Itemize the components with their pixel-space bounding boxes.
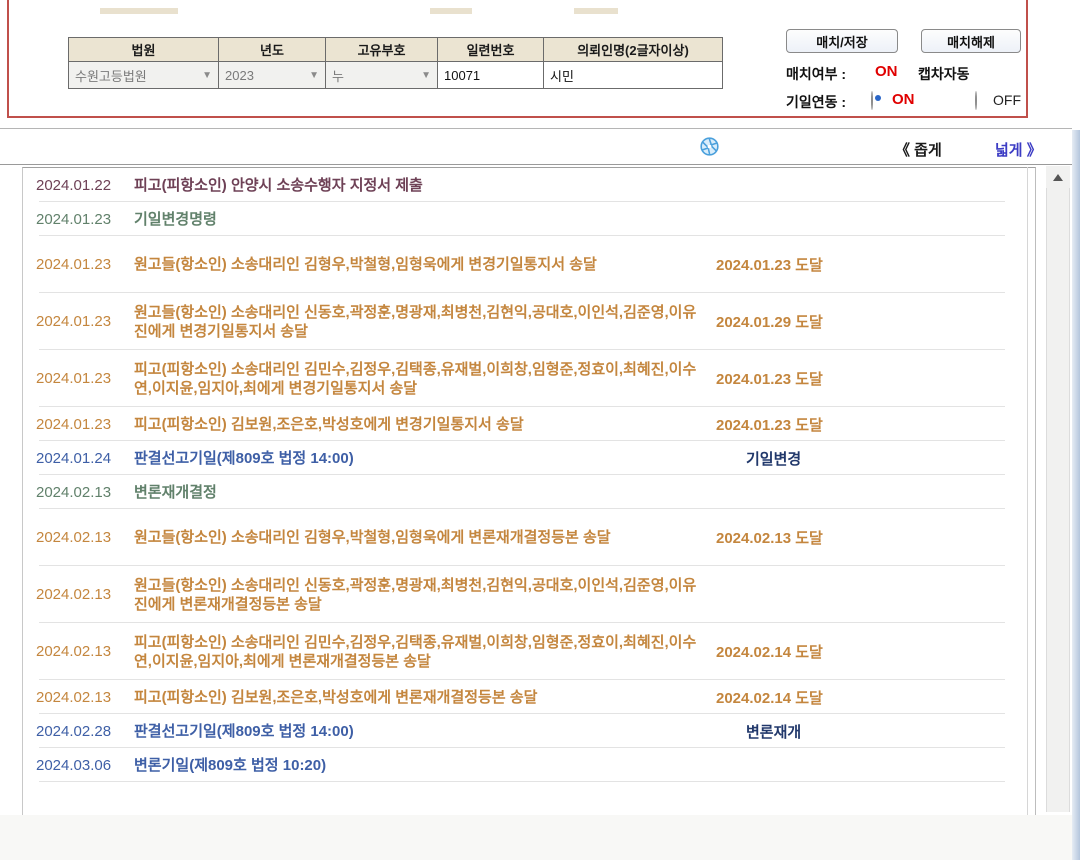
event-date: 2024.02.13: [36, 643, 112, 660]
scroll-up-button[interactable]: [1046, 166, 1070, 188]
event-description: 변론재개결정: [134, 483, 217, 501]
event-date: 2024.01.23: [36, 415, 112, 433]
chevron-down-icon: ▼: [309, 69, 319, 81]
match-status-label: 매치여부 :: [786, 66, 847, 82]
aperture-icon[interactable]: [700, 137, 719, 156]
event-date: 2024.01.24: [36, 449, 112, 467]
cutoff-fragment: [574, 8, 618, 14]
event-delivery-date: 2024.01.23 도달: [716, 416, 823, 434]
event-delivery-date: 2024.02.14 도달: [716, 644, 823, 661]
code-select[interactable]: 누 ▼: [326, 62, 438, 89]
event-delivery-date: 2024.02.13 도달: [716, 530, 823, 547]
event-description: 기일변경명령: [134, 210, 217, 228]
match-status-value: ON: [875, 63, 898, 80]
table-row[interactable]: 2024.01.22 피고(피항소인) 안양시 소송수행자 지정서 제출: [23, 168, 1035, 202]
bottom-background: [0, 815, 1072, 860]
table-row[interactable]: 2024.01.24 판결선고기일(제809호 법정 14:00) 기일변경: [23, 441, 1035, 475]
serial-header: 일련번호: [438, 38, 544, 62]
code-header: 고유부호: [326, 38, 438, 62]
court-header: 법원: [69, 38, 219, 62]
serial-input[interactable]: 10071: [438, 62, 544, 89]
client-header: 의뢰인명(2글자이상): [544, 38, 723, 62]
table-row[interactable]: 2024.01.23 원고들(항소인) 소송대리인 신동호,곽정훈,명광재,최병천…: [23, 293, 1035, 350]
event-description: 원고들(항소인) 소송대리인 김형우,박철형,임형욱에게 변론재개결정등본 송달: [134, 529, 611, 546]
divider: [0, 164, 1072, 165]
event-date: 2024.01.23: [36, 370, 112, 387]
match-clear-button[interactable]: 매치해제: [921, 29, 1021, 53]
schedule-sync-on-label: ON: [892, 91, 915, 108]
event-status: 변론재개: [746, 723, 802, 741]
event-date: 2024.02.13: [36, 688, 112, 706]
case-number-form: 법원 년도 고유부호 일련번호 의뢰인명(2글자이상) 수원고등법원 ▼ 202…: [68, 37, 723, 89]
wide-view-button[interactable]: 넓게 》: [995, 139, 1042, 160]
court-select-value: 수원고등법원: [75, 68, 147, 84]
event-delivery-date: 2024.01.23 도달: [716, 371, 823, 388]
table-row[interactable]: 2024.01.23 피고(피항소인) 소송대리인 김민수,김정우,김택종,유재벌…: [23, 350, 1035, 407]
event-date: 2024.01.23: [36, 313, 112, 330]
narrow-view-button[interactable]: 《 좁게: [895, 139, 942, 160]
event-description: 원고들(항소인) 소송대리인 김형우,박철형,임형욱에게 변경기일통지서 송달: [134, 256, 597, 273]
event-date: 2024.02.13: [36, 529, 112, 546]
client-name-input[interactable]: 시민: [544, 62, 723, 89]
table-row[interactable]: 2024.02.13 변론재개결정: [23, 475, 1035, 509]
table-row[interactable]: 2024.02.28 판결선고기일(제809호 법정 14:00) 변론재개: [23, 714, 1035, 748]
table-row[interactable]: 2024.02.13 피고(피항소인) 소송대리인 김민수,김정우,김택종,유재벌…: [23, 623, 1035, 680]
table-row[interactable]: 2024.01.23 원고들(항소인) 소송대리인 김형우,박철형,임형욱에게 변…: [23, 236, 1035, 293]
event-description: 피고(피항소인) 안양시 소송수행자 지정서 제출: [134, 176, 423, 194]
event-date: 2024.02.13: [36, 586, 112, 603]
schedule-sync-off-label: OFF: [993, 92, 1021, 108]
year-select[interactable]: 2023 ▼: [219, 62, 326, 89]
event-date: 2024.01.23: [36, 210, 112, 228]
event-description: 원고들(항소인) 소송대리인 신동호,곽정훈,명광재,최병천,김현익,공대호,이…: [134, 576, 697, 613]
event-date: 2024.01.23: [36, 256, 112, 273]
match-save-button[interactable]: 매치/저장: [786, 29, 898, 53]
table-row[interactable]: 2024.03.06 변론기일(제809호 법정 10:20): [23, 748, 1035, 782]
chevron-down-icon: ▼: [421, 69, 431, 81]
event-delivery-date: 2024.01.23 도달: [716, 257, 823, 274]
court-select[interactable]: 수원고등법원 ▼: [69, 62, 219, 89]
table-row[interactable]: 2024.02.13 원고들(항소인) 소송대리인 신동호,곽정훈,명광재,최병천…: [23, 566, 1035, 623]
event-status: 기일변경: [746, 450, 802, 468]
captcha-auto-label: 캡차자동: [918, 66, 970, 82]
table-row[interactable]: 2024.01.23 기일변경명령: [23, 202, 1035, 236]
event-description: 피고(피항소인) 소송대리인 김민수,김정우,김택종,유재벌,이희창,임형준,정…: [134, 360, 697, 397]
vertical-scrollbar[interactable]: [1046, 166, 1070, 812]
cutoff-fragment: [430, 8, 472, 14]
table-right-gutter-line: [1027, 167, 1028, 815]
event-description: 피고(피항소인) 김보원,조은호,박성호에게 변론재개결정등본 송달: [134, 688, 538, 706]
event-date: 2024.03.06: [36, 756, 112, 774]
schedule-sync-label: 기일연동 :: [786, 94, 847, 110]
event-description: 원고들(항소인) 소송대리인 신동호,곽정훈,명광재,최병천,김현익,공대호,이…: [134, 303, 697, 340]
event-description: 피고(피항소인) 김보원,조은호,박성호에게 변경기일통지서 송달: [134, 415, 524, 433]
event-delivery-date: 2024.01.29 도달: [716, 314, 823, 331]
case-matching-page: 법원 년도 고유부호 일련번호 의뢰인명(2글자이상) 수원고등법원 ▼ 202…: [0, 0, 1080, 860]
event-description: 판결선고기일(제809호 법정 14:00): [134, 449, 354, 467]
table-row[interactable]: 2024.02.13 피고(피항소인) 김보원,조은호,박성호에게 변론재개결정등…: [23, 680, 1035, 714]
schedule-sync-off-radio[interactable]: [975, 91, 977, 110]
year-header: 년도: [219, 38, 326, 62]
event-delivery-date: 2024.02.14 도달: [716, 689, 823, 707]
window-right-edge: [1072, 130, 1080, 860]
event-date: 2024.02.28: [36, 722, 112, 740]
event-table: 2024.01.22 피고(피항소인) 안양시 소송수행자 지정서 제출 2024.…: [22, 167, 1036, 815]
scroll-up-icon: [1053, 173, 1063, 181]
event-date: 2024.02.13: [36, 483, 112, 501]
event-description: 판결선고기일(제809호 법정 14:00): [134, 722, 354, 740]
chevron-down-icon: ▼: [202, 69, 212, 81]
year-select-value: 2023: [225, 67, 254, 83]
event-description: 피고(피항소인) 소송대리인 김민수,김정우,김택종,유재벌,이희창,임형준,정…: [134, 633, 697, 670]
code-select-value: 누: [332, 68, 344, 84]
event-description: 변론기일(제809호 법정 10:20): [134, 756, 327, 774]
cutoff-fragment: [100, 8, 178, 14]
table-row[interactable]: 2024.02.13 원고들(항소인) 소송대리인 김형우,박철형,임형욱에게 변…: [23, 509, 1035, 566]
event-date: 2024.01.22: [36, 176, 112, 194]
schedule-sync-on-radio[interactable]: [871, 91, 873, 110]
table-row[interactable]: 2024.01.23 피고(피항소인) 김보원,조은호,박성호에게 변경기일통지서…: [23, 407, 1035, 441]
